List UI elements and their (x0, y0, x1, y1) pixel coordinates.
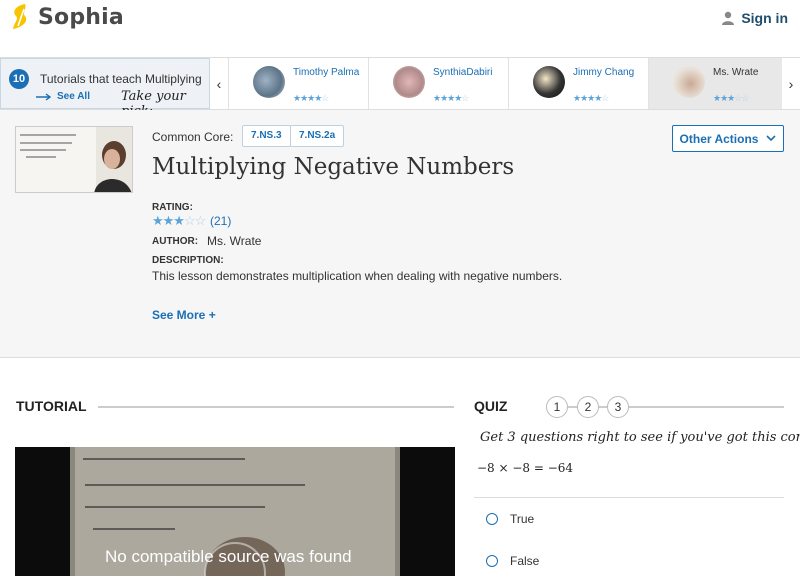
quiz-answer-true[interactable]: True (474, 498, 784, 540)
tutorial-thumbnail (253, 66, 285, 98)
tutorial-thumbnail (533, 66, 565, 98)
sign-in-button[interactable]: Sign in (721, 10, 788, 26)
sign-in-label: Sign in (741, 10, 788, 26)
tutorial-author-name: Ms. Wrate (713, 67, 759, 78)
tutorial-thumbnail (393, 66, 425, 98)
arrow-right-icon (36, 92, 52, 101)
lesson-description: This lesson demonstrates multiplication … (152, 269, 563, 283)
quiz-question-3-button[interactable]: 3 (607, 396, 629, 418)
tutorial-rating: ★★★☆☆ (713, 93, 749, 103)
other-actions-button[interactable]: Other Actions (672, 125, 784, 152)
tutorial-author-name: Timothy Palma (293, 67, 360, 78)
description-label: DESCRIPTION: (152, 255, 224, 266)
lesson-info-panel: Common Core: 7.NS.3 7.NS.2a Multiplying … (0, 110, 800, 358)
see-all-label: See All (57, 91, 90, 102)
tutorial-count-badge: 10 (9, 69, 29, 89)
answer-label: True (510, 512, 535, 526)
tutorial-thumbnail (673, 66, 705, 98)
rating-stars: ★★★☆☆ (152, 213, 206, 228)
lesson-title: Multiplying Negative Numbers (152, 154, 515, 180)
tutorial-rating: ★★★★☆ (433, 93, 469, 103)
tutorial-card[interactable]: Timothy Palma ★★★★☆ (228, 58, 368, 109)
tutorial-author-name: SynthiaDabiri (433, 67, 493, 78)
tutorial-card-selected[interactable]: Ms. Wrate ★★★☆☆ (648, 58, 782, 109)
user-icon (722, 11, 735, 25)
sophia-logo[interactable]: Sophia (10, 3, 124, 31)
sophia-leaf-icon (13, 4, 27, 29)
rating-label: RATING: (152, 202, 193, 213)
tutorial-card[interactable]: Jimmy Chang ★★★★☆ (508, 58, 648, 109)
see-all-link[interactable]: See All (36, 91, 90, 102)
video-error-message: No compatible source was found (105, 547, 352, 566)
tutorial-rating: ★★★★☆ (573, 93, 609, 103)
whiteboard-thumbnail-image (16, 127, 132, 192)
quiz-question-1-button[interactable]: 1 (546, 396, 568, 418)
see-more-link[interactable]: See More + (152, 308, 216, 322)
tutorial-author-name: Jimmy Chang (573, 67, 635, 78)
other-actions-label: Other Actions (679, 131, 759, 146)
tutorials-summary: 10 Tutorials that teach Multiplying N Se… (0, 58, 210, 119)
scroll-right-button[interactable]: › (782, 58, 800, 109)
quiz-question-2-button[interactable]: 2 (577, 396, 599, 418)
lesson-thumbnail[interactable] (15, 126, 133, 193)
answer-label: False (510, 554, 540, 568)
chevron-left-icon: ‹ (216, 75, 222, 92)
chevron-down-icon (766, 135, 777, 142)
standard-tag[interactable]: 7.NS.2a (290, 125, 345, 147)
chevron-right-icon: › (788, 75, 794, 92)
tutorials-title: Tutorials that teach Multiplying N (40, 72, 202, 86)
top-bar: Sophia Sign in (0, 0, 800, 57)
author-name: Ms. Wrate (207, 234, 262, 248)
rating-count: (21) (210, 214, 232, 228)
author-label: AUTHOR: (152, 236, 199, 247)
logo-text: Sophia (38, 4, 124, 30)
standard-tag[interactable]: 7.NS.3 (242, 125, 291, 147)
quiz-question: −8 × −8 = −64 (477, 461, 574, 475)
common-core-label: Common Core: (152, 130, 234, 144)
video-player[interactable]: No compatible source was found (15, 447, 455, 576)
tutorial-strip: 10 Tutorials that teach Multiplying N Se… (0, 57, 800, 119)
tutorial-rating: ★★★★☆ (293, 93, 329, 103)
tutorial-heading: TUTORIAL (16, 398, 87, 414)
divider (98, 406, 454, 408)
quiz-prompt: Get 3 questions right to see if you've g… (480, 430, 800, 445)
radio-button[interactable] (486, 555, 498, 567)
tutorial-card[interactable]: SynthiaDabiri ★★★★☆ (368, 58, 508, 109)
quiz-heading: QUIZ (474, 398, 508, 414)
scroll-left-button[interactable]: ‹ (210, 58, 228, 109)
radio-button[interactable] (486, 513, 498, 525)
